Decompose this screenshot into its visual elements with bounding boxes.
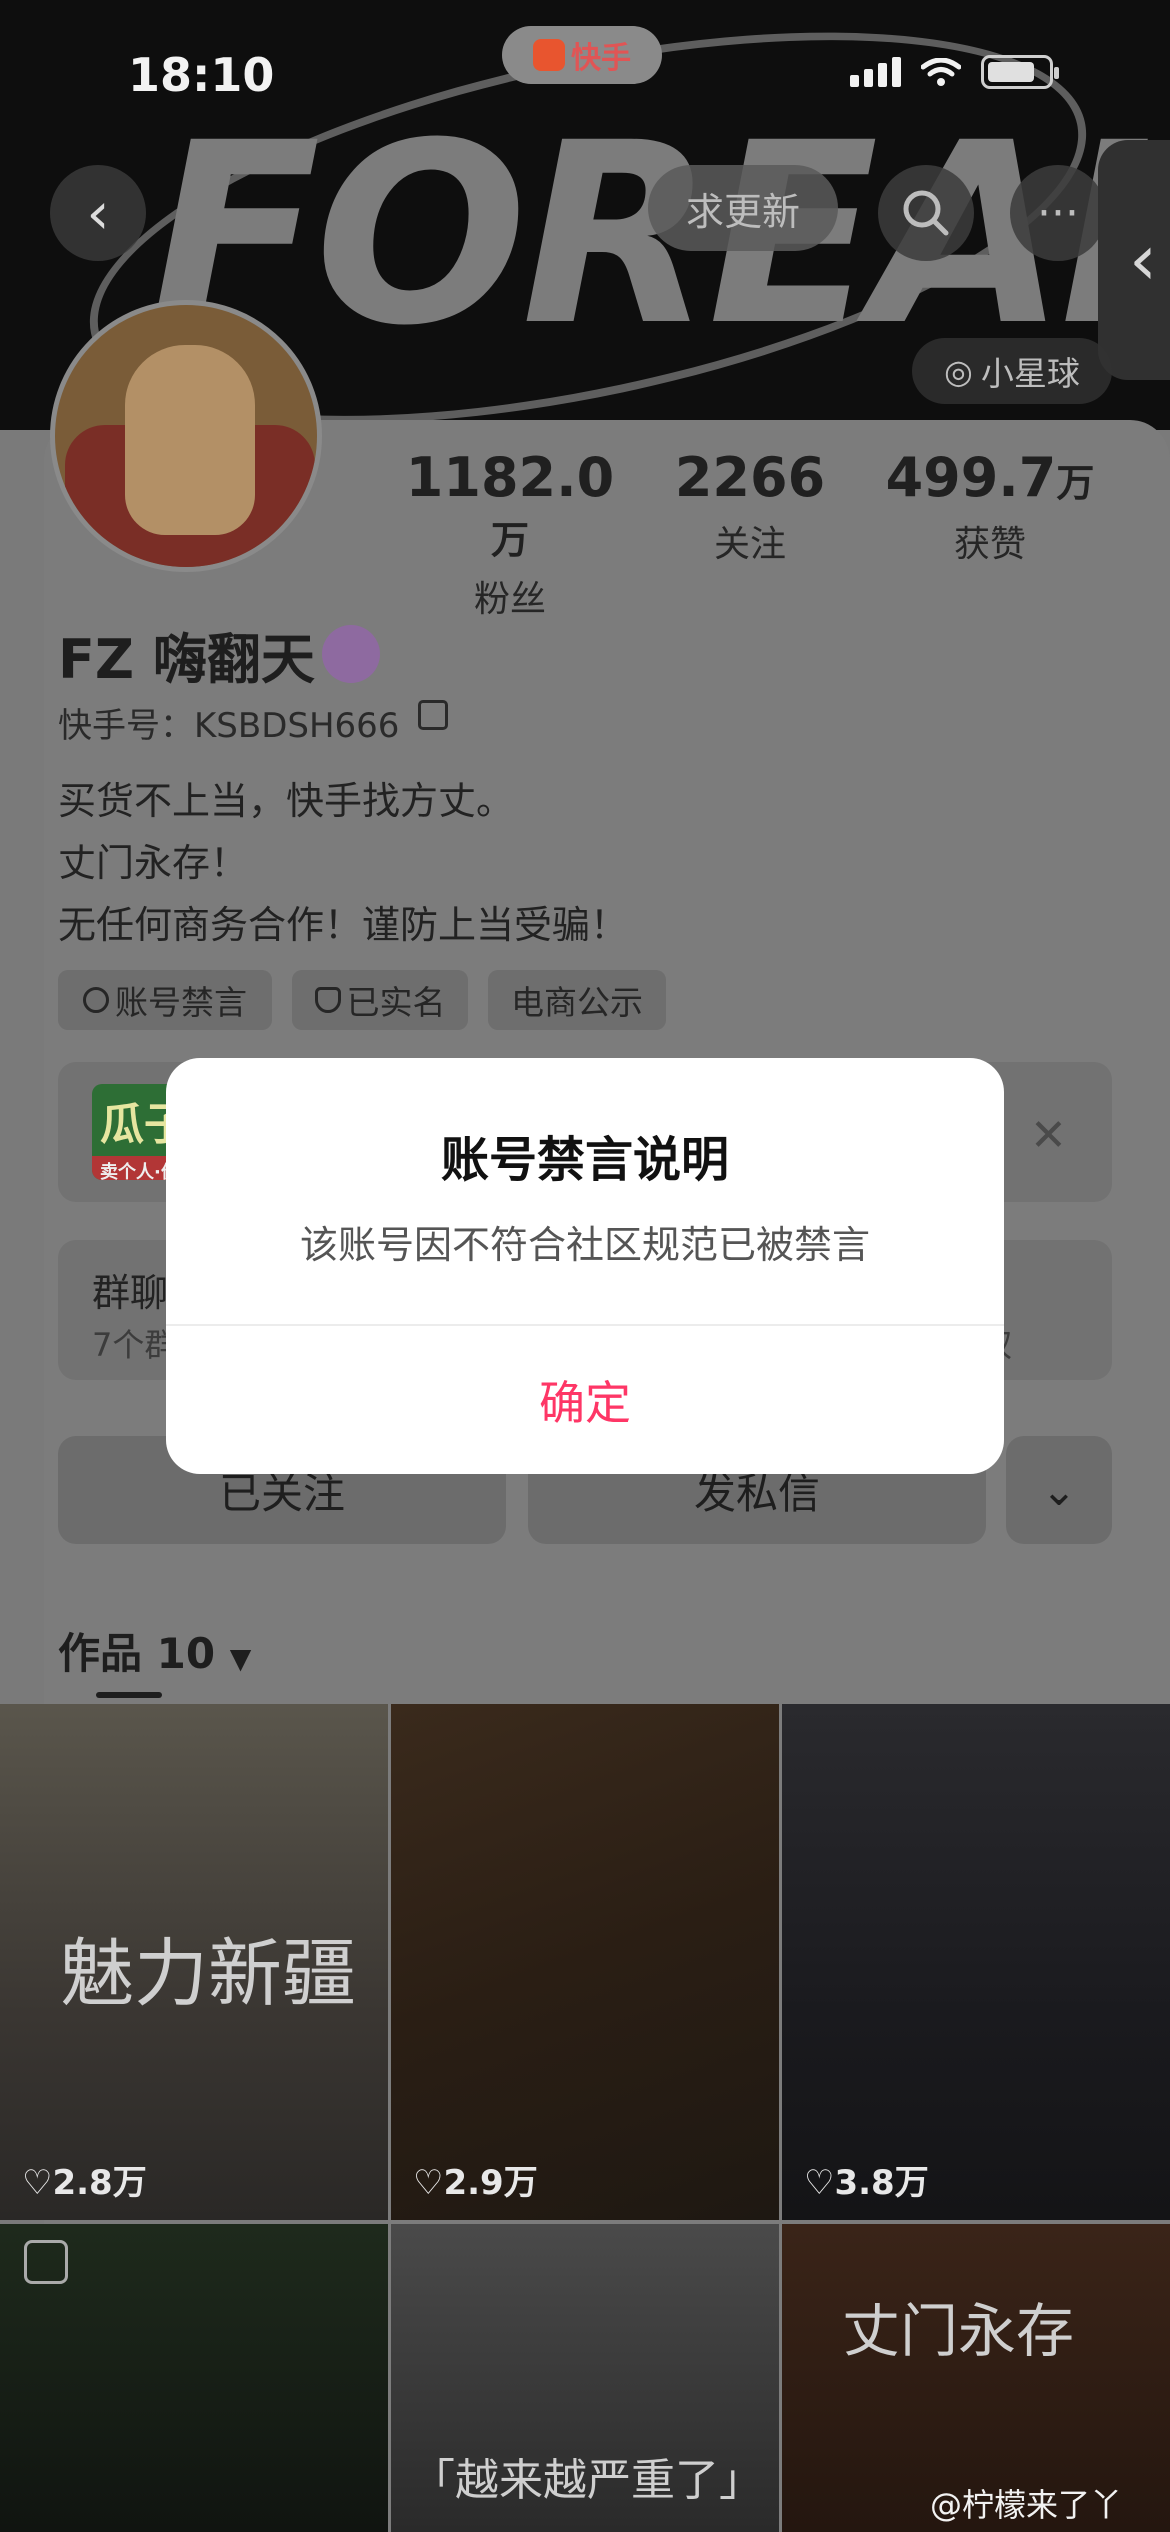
tag-label: 电商公示 (511, 983, 643, 1022)
video-tile[interactable]: 魅力新疆 ♡2.8万 (0, 1704, 388, 2220)
confirm-button[interactable]: 确定 (166, 1326, 1004, 1474)
tag-label: 账号禁言 (115, 983, 247, 1022)
shield-icon (314, 987, 341, 1013)
group-chat-count: 7个群 (92, 1326, 177, 1364)
tag-account-muted[interactable]: 账号禁言 (58, 970, 272, 1030)
stat-unit: 万 (1056, 461, 1095, 505)
tag-ecommerce-notice[interactable]: 电商公示 (488, 970, 666, 1030)
watermark: @柠檬来了丫 (930, 2486, 1123, 2524)
planet-icon: ◎ (944, 351, 973, 391)
chevron-left-icon: ‹ (1129, 219, 1157, 301)
expand-button[interactable]: ⌄ (1006, 1436, 1112, 1544)
profile-name: FZ 嗨翻天 (58, 628, 315, 691)
group-chat-title: 群聊 (92, 1271, 169, 1315)
heart-icon: ♡ (413, 2163, 444, 2203)
more-button[interactable]: ··· (1010, 165, 1106, 261)
stat-label: 关注 (713, 524, 786, 565)
video-caption: 「越来越严重了」 (411, 2455, 763, 2506)
stat-unit: 万 (490, 518, 529, 562)
bio-line: 无任何商务合作！谨防上当受骗！ (58, 903, 629, 947)
kuaishou-id: 快手号：KSBDSH666 (58, 706, 400, 746)
copy-icon[interactable] (418, 700, 448, 730)
bio-line: 丈门永存！ (58, 841, 249, 885)
stat-value: 499.7 (885, 446, 1057, 509)
status-icons (850, 55, 1059, 89)
search-button[interactable] (878, 165, 974, 261)
stat-likes[interactable]: 499.7万 获赞 (870, 446, 1110, 567)
dialog-title: 账号禁言说明 (440, 1132, 729, 1188)
back-button[interactable]: ‹ (50, 165, 146, 261)
tab-works[interactable]: 作品 10 ▼ (58, 1620, 251, 1681)
tab-underline (96, 1692, 162, 1698)
stat-label: 获赞 (953, 524, 1026, 565)
heart-icon: ♡ (804, 2163, 835, 2203)
cellular-signal-icon (850, 57, 901, 87)
kuaishou-logo-icon (533, 39, 565, 71)
stat-label: 粉丝 (473, 579, 546, 620)
chevron-down-icon: ⌄ (1041, 1465, 1077, 1515)
video-tile[interactable]: 「越来越严重了」 (391, 2224, 779, 2532)
app-indicator: 快手 (502, 26, 662, 84)
likes-count: 2.8万 (52, 2163, 147, 2203)
heart-icon: ♡ (22, 2163, 53, 2203)
video-likes: ♡2.9万 (413, 2155, 538, 2204)
likes-count: 2.9万 (443, 2163, 538, 2203)
caret-down-icon: ▼ (229, 1642, 252, 1675)
stat-value: 1182.0 (405, 446, 615, 509)
tag-label: 已实名 (346, 983, 446, 1022)
video-caption: 丈门永存 (842, 2297, 1075, 2365)
more-dots-icon: ··· (1037, 187, 1079, 239)
video-likes: ♡2.8万 (22, 2155, 147, 2204)
dialog-message: 该账号因不符合社区规范已被禁言 (299, 1223, 870, 1267)
stat-following[interactable]: 2266 关注 (650, 446, 850, 567)
tag-verified-identity[interactable]: 已实名 (292, 970, 468, 1030)
video-tile[interactable]: ♡2.9万 (391, 1704, 779, 2220)
status-time: 18:10 (128, 48, 275, 102)
avatar[interactable] (50, 300, 322, 572)
app-name: 快手 (571, 41, 631, 76)
video-caption: 魅力新疆 (60, 1931, 356, 2017)
bio-line: 买货不上当，快手找方丈。 (58, 779, 515, 823)
ban-icon (83, 987, 109, 1013)
verified-badge-icon (322, 625, 380, 683)
likes-count: 3.8万 (834, 2163, 929, 2203)
video-likes: ♡3.8万 (804, 2155, 929, 2204)
planet-tag-label: 小星球 (980, 354, 1080, 393)
search-icon (903, 190, 949, 236)
tab-works-label: 作品 10 (58, 1629, 216, 1678)
request-update-button[interactable]: 求更新 (648, 165, 838, 251)
stat-value: 2266 (674, 446, 826, 509)
chevron-left-icon: ‹ (86, 179, 110, 247)
wifi-icon (921, 58, 961, 86)
battery-icon (981, 55, 1059, 89)
video-tile[interactable]: ♡3.8万 (782, 1704, 1170, 2220)
planet-tag[interactable]: ◎ 小星球 (912, 338, 1112, 404)
image-icon (24, 2240, 68, 2284)
stat-followers[interactable]: 1182.0 万 粉丝 (390, 446, 630, 622)
side-drawer-tab[interactable]: ‹ (1098, 140, 1170, 380)
